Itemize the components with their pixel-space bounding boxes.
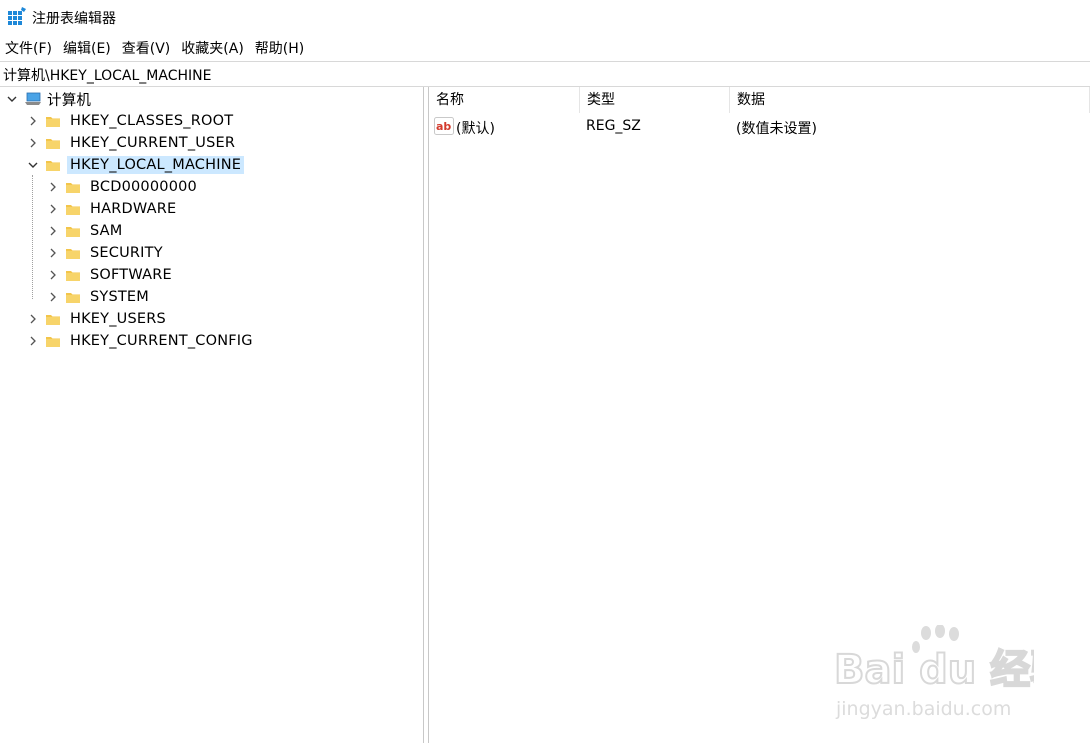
- chevron-right-icon[interactable]: [47, 181, 59, 193]
- chevron-down-icon[interactable]: [6, 93, 18, 105]
- menu-edit[interactable]: 编辑(E): [58, 38, 117, 58]
- tree-label: SYSTEM: [90, 289, 149, 305]
- watermark-url: jingyan.baidu.com: [835, 698, 1011, 720]
- tree-node-system[interactable]: SYSTEM: [47, 286, 152, 308]
- tree-label: BCD00000000: [90, 179, 197, 195]
- tree-node-computer[interactable]: 计算机: [6, 88, 94, 110]
- chevron-right-icon[interactable]: [47, 247, 59, 259]
- menu-bar: 文件(F) 编辑(E) 查看(V) 收藏夹(A) 帮助(H): [0, 36, 1090, 60]
- tree-node-hkey-current-config[interactable]: HKEY_CURRENT_CONFIG: [27, 330, 256, 352]
- tree-label: HARDWARE: [90, 201, 177, 217]
- chevron-right-icon[interactable]: [47, 203, 59, 215]
- chevron-right-icon[interactable]: [47, 291, 59, 303]
- tree-node-security[interactable]: SECURITY: [47, 242, 166, 264]
- tree-node-hkey-classes-root[interactable]: HKEY_CLASSES_ROOT: [27, 110, 236, 132]
- tree-label: 计算机: [47, 92, 92, 109]
- tree-node-hkey-current-user[interactable]: HKEY_CURRENT_USER: [27, 132, 238, 154]
- tree-label: SOFTWARE: [90, 267, 172, 283]
- chevron-right-icon[interactable]: [27, 137, 39, 149]
- folder-icon: [46, 337, 60, 347]
- tree-node-hkey-users[interactable]: HKEY_USERS: [27, 308, 169, 330]
- tree-label: HKEY_CURRENT_USER: [70, 135, 236, 151]
- menu-help[interactable]: 帮助(H): [250, 38, 310, 58]
- tree-label: HKEY_CURRENT_CONFIG: [70, 333, 253, 349]
- tree-pane[interactable]: 计算机 HKEY_CLASSES_ROOT HKEY_CURRENT_USER …: [0, 87, 424, 743]
- folder-icon: [46, 161, 60, 171]
- string-value-icon-text: ab: [436, 120, 451, 133]
- value-row[interactable]: ab (默认) REG_SZ (数值未设置): [429, 115, 1090, 137]
- tree-label: HKEY_USERS: [70, 311, 166, 327]
- address-bar[interactable]: 计算机\HKEY_LOCAL_MACHINE: [0, 61, 1090, 87]
- folder-icon: [66, 205, 80, 215]
- column-header-type[interactable]: 类型: [580, 87, 730, 113]
- tree-node-hardware[interactable]: HARDWARE: [47, 198, 179, 220]
- chevron-right-icon[interactable]: [27, 313, 39, 325]
- value-name: (默认): [456, 121, 495, 137]
- string-value-icon: ab: [434, 117, 454, 135]
- tree-label: SECURITY: [90, 245, 163, 261]
- column-header-data[interactable]: 数据: [730, 87, 1090, 113]
- registry-icon: [8, 7, 26, 25]
- menu-file[interactable]: 文件(F): [0, 38, 58, 58]
- folder-icon: [46, 315, 60, 325]
- menu-favorites[interactable]: 收藏夹(A): [176, 38, 250, 58]
- chevron-right-icon[interactable]: [47, 225, 59, 237]
- tree-node-hkey-local-machine[interactable]: HKEY_LOCAL_MACHINE: [27, 154, 245, 176]
- tree-label: HKEY_LOCAL_MACHINE: [67, 156, 245, 174]
- baidu-watermark: Bai du 经验 jingyan.baidu.com: [834, 625, 1034, 720]
- title-bar: 注册表编辑器: [0, 0, 1090, 34]
- tree-node-sam[interactable]: SAM: [47, 220, 126, 242]
- menu-view[interactable]: 查看(V): [117, 38, 177, 58]
- chevron-right-icon[interactable]: [47, 269, 59, 281]
- tree-node-bcd00000000[interactable]: BCD00000000: [47, 176, 200, 198]
- column-header-name[interactable]: 名称: [429, 87, 580, 113]
- folder-icon: [66, 271, 80, 281]
- computer-icon: [25, 92, 41, 105]
- watermark-brand: Bai du 经验: [834, 647, 1034, 693]
- tree-node-software[interactable]: SOFTWARE: [47, 264, 175, 286]
- tree-label: SAM: [90, 223, 123, 239]
- folder-icon: [66, 183, 80, 193]
- folder-icon: [46, 117, 60, 127]
- address-path[interactable]: 计算机\HKEY_LOCAL_MACHINE: [3, 65, 211, 85]
- tree-guide-line: [32, 175, 33, 299]
- tree-label: HKEY_CLASSES_ROOT: [70, 113, 234, 129]
- chevron-down-icon[interactable]: [27, 159, 39, 171]
- folder-icon: [66, 293, 80, 303]
- folder-icon: [46, 139, 60, 149]
- value-type: REG_SZ: [586, 118, 641, 134]
- folder-icon: [66, 249, 80, 259]
- folder-icon: [66, 227, 80, 237]
- window-title: 注册表编辑器: [32, 11, 116, 27]
- chevron-right-icon[interactable]: [27, 335, 39, 347]
- value-data: (数值未设置): [736, 121, 817, 137]
- chevron-right-icon[interactable]: [27, 115, 39, 127]
